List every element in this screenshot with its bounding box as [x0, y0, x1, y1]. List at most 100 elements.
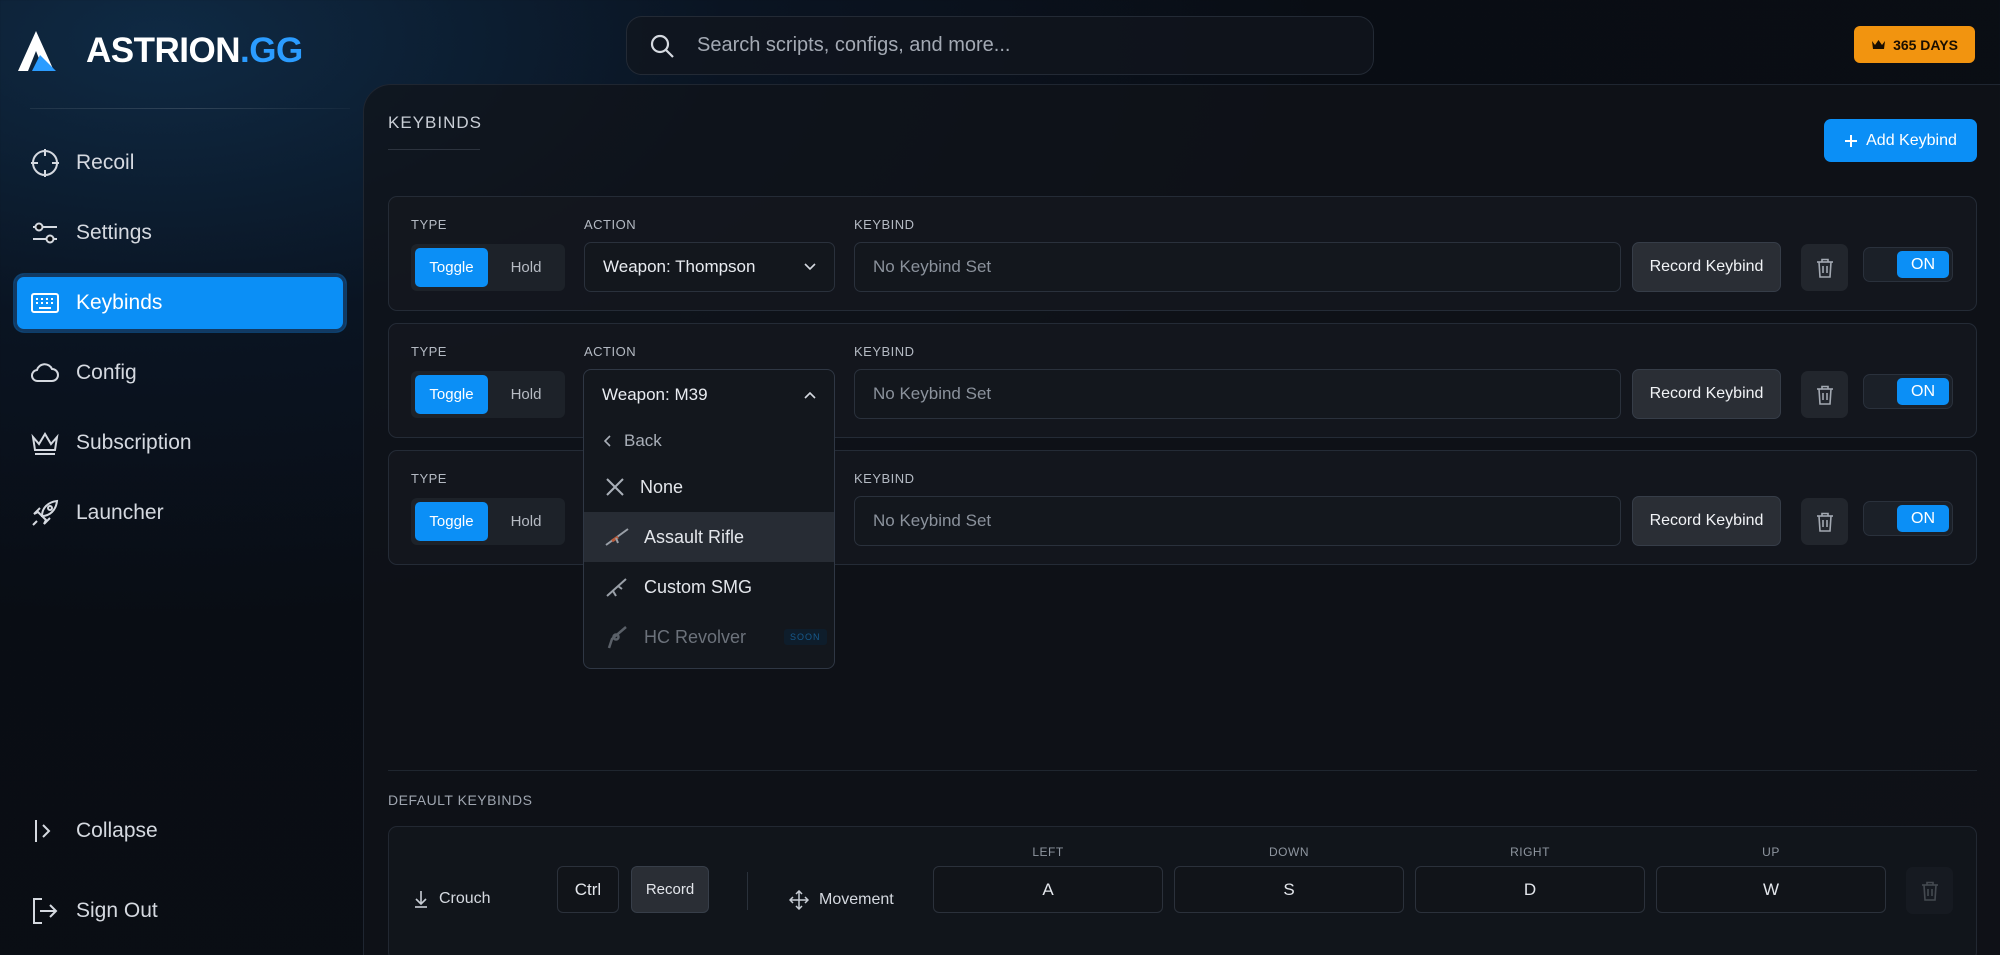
keybind-field[interactable]: No Keybind Set [854, 369, 1621, 419]
dropdown-back[interactable]: Back [584, 420, 834, 462]
record-keybind-button[interactable]: Record Keybind [1632, 496, 1781, 546]
sidebar-item-label: Settings [76, 221, 152, 244]
keybind-field[interactable]: No Keybind Set [854, 242, 1621, 292]
default-keybinds-row: Crouch Ctrl Record Movement LEFT DOWN RI… [388, 826, 1977, 955]
trash-icon [1816, 512, 1833, 532]
action-select-value: Weapon: M39 [602, 385, 708, 404]
defaults-separator [747, 872, 748, 910]
crown-icon [1872, 39, 1886, 49]
down-key[interactable]: S [1174, 866, 1404, 913]
type-hold-option[interactable]: Hold [491, 248, 561, 287]
keybind-label: KEYBIND [854, 217, 915, 232]
section-divider [388, 770, 1977, 771]
arrow-down-icon [415, 891, 427, 908]
collapse-icon [35, 820, 51, 842]
record-keybind-button[interactable]: Record Keybind [1632, 369, 1781, 419]
type-toggle: Toggle Hold [411, 371, 565, 418]
action-label: ACTION [584, 217, 637, 232]
type-hold-option[interactable]: Hold [491, 502, 561, 541]
astrion-logo-icon [18, 31, 56, 71]
assault-rifle-icon [605, 528, 629, 546]
soon-badge: SOON [784, 629, 827, 645]
dropdown-option-label: None [640, 476, 684, 497]
sidebar-item-label: Keybinds [76, 291, 163, 314]
action-select[interactable]: Weapon: Thompson [584, 242, 835, 292]
trash-icon [1816, 258, 1833, 278]
enabled-switch-label: ON [1897, 251, 1949, 278]
keybind-field[interactable]: No Keybind Set [854, 496, 1621, 546]
sidebar-item-settings[interactable]: Settings [14, 204, 346, 262]
type-toggle: Toggle Hold [411, 498, 565, 545]
sidebar-item-label: Launcher [76, 501, 164, 524]
crouch-key[interactable]: Ctrl [557, 866, 619, 913]
plus-icon [1845, 134, 1858, 147]
type-toggle-option[interactable]: Toggle [415, 502, 488, 541]
action-select[interactable]: Weapon: M39 [584, 370, 834, 420]
chevron-left-icon [604, 435, 611, 447]
delete-button[interactable] [1801, 371, 1848, 418]
collapse-button[interactable]: Collapse [14, 802, 346, 860]
dropdown-option-label: HC Revolver [644, 626, 747, 647]
sidebar-item-launcher[interactable]: Launcher [14, 484, 346, 542]
right-key[interactable]: D [1415, 866, 1645, 913]
move-icon [789, 890, 809, 910]
delete-button[interactable] [1801, 244, 1848, 291]
keybind-row: TYPE ACTION KEYBIND Toggle Hold Weapon: … [388, 196, 1977, 311]
crouch-record-button[interactable]: Record [631, 866, 709, 913]
sidebar-divider [30, 108, 350, 109]
crouch-label: Crouch [439, 890, 491, 907]
movement-label-group: Movement [789, 890, 894, 910]
type-toggle-option[interactable]: Toggle [415, 248, 488, 287]
delete-button[interactable] [1801, 498, 1848, 545]
sidebar-item-subscription[interactable]: Subscription [14, 414, 346, 472]
action-dropdown: Weapon: M39 Back None Assault Rifle Cust… [583, 369, 835, 669]
add-keybind-button[interactable]: Add Keybind [1824, 119, 1977, 162]
brand-name: ASTRION.GG [86, 31, 303, 70]
keybind-label: KEYBIND [854, 471, 915, 486]
brand-logo: ASTRION.GG [18, 26, 303, 76]
dropdown-option-label: Custom SMG [644, 576, 753, 597]
dropdown-option-hc-revolver: HC Revolver SOON [584, 612, 834, 662]
crown-icon [31, 432, 59, 455]
left-key[interactable]: A [933, 866, 1163, 913]
type-hold-option[interactable]: Hold [491, 375, 561, 414]
search-input[interactable] [697, 34, 1373, 57]
enabled-switch-label: ON [1897, 505, 1949, 532]
rocket-icon [32, 499, 59, 526]
enabled-switch[interactable]: ON [1863, 501, 1953, 536]
add-keybind-label: Add Keybind [1866, 131, 1957, 149]
sidebar-item-label: Recoil [76, 151, 135, 174]
type-label: TYPE [411, 217, 447, 232]
chevron-down-icon [804, 263, 816, 271]
record-keybind-button[interactable]: Record Keybind [1632, 242, 1781, 292]
sign-out-label: Sign Out [76, 899, 158, 922]
up-direction-label: UP [1762, 845, 1780, 859]
subscription-days-badge[interactable]: 365 DAYS [1854, 26, 1975, 63]
enabled-switch[interactable]: ON [1863, 247, 1953, 282]
trash-icon [1816, 385, 1833, 405]
search-bar[interactable] [626, 16, 1374, 75]
sidebar-item-recoil[interactable]: Recoil [14, 134, 346, 192]
down-direction-label: DOWN [1269, 845, 1309, 859]
dropdown-option-none[interactable]: None [584, 462, 834, 512]
trash-icon [1921, 881, 1938, 901]
sign-out-icon [33, 898, 58, 924]
sidebar-item-keybinds[interactable]: Keybinds [14, 274, 346, 332]
default-keybinds-title: DEFAULT KEYBINDS [388, 792, 533, 808]
dropdown-back-label: Back [624, 431, 662, 450]
dropdown-option-custom-smg[interactable]: Custom SMG [584, 562, 834, 612]
subscription-days-label: 365 DAYS [1893, 36, 1958, 53]
up-key[interactable]: W [1656, 866, 1886, 913]
enabled-switch[interactable]: ON [1863, 374, 1953, 409]
sidebar-item-config[interactable]: Config [14, 344, 346, 402]
sign-out-button[interactable]: Sign Out [14, 882, 346, 940]
sidebar-item-label: Config [76, 361, 137, 384]
dropdown-option-assault-rifle[interactable]: Assault Rifle [584, 512, 834, 562]
title-underline [388, 149, 480, 150]
type-toggle: Toggle Hold [411, 244, 565, 291]
type-toggle-option[interactable]: Toggle [415, 375, 488, 414]
crouch-label-group: Crouch [413, 890, 491, 908]
search-icon [650, 34, 674, 58]
action-select-value: Weapon: Thompson [603, 257, 756, 276]
right-direction-label: RIGHT [1510, 845, 1550, 859]
